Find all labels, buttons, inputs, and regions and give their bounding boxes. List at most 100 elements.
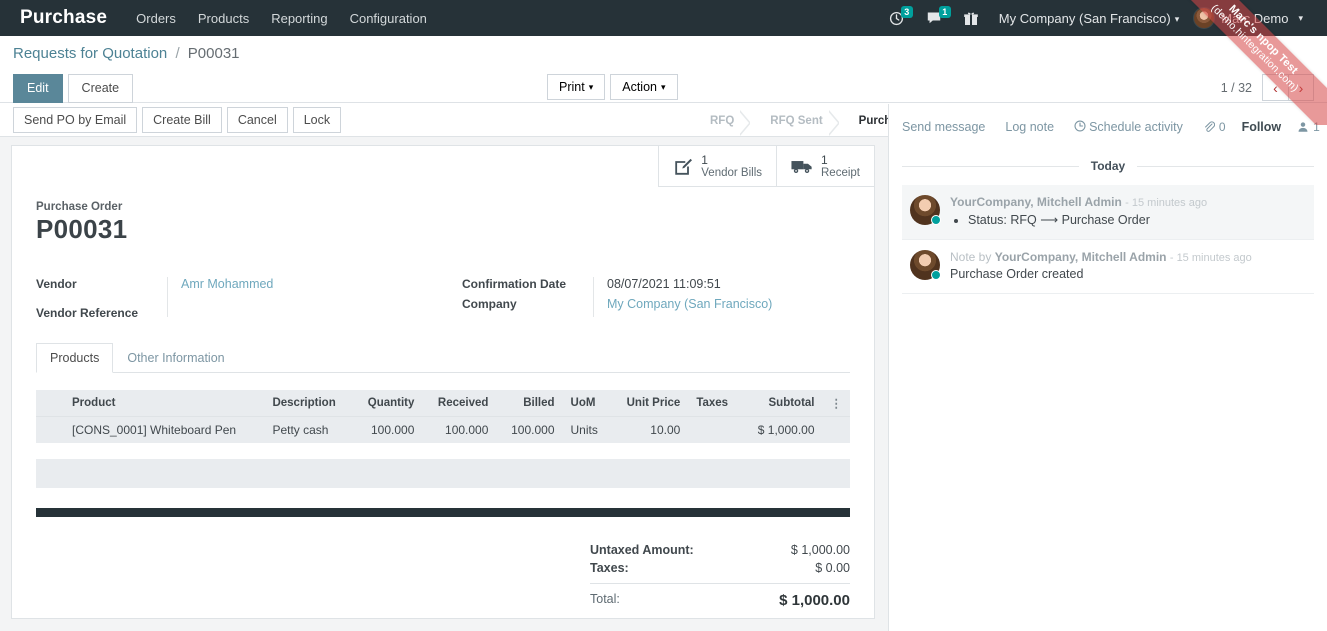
order-lines-head: Product Description Quantity Received Bi… bbox=[36, 390, 850, 417]
lines-spacer bbox=[36, 443, 850, 459]
schedule-activity-button[interactable]: Schedule activity bbox=[1074, 120, 1183, 134]
notebook-tabs: Products Other Information bbox=[36, 343, 850, 373]
followers-count-value: 1 bbox=[1313, 120, 1320, 134]
chatter-day-separator: Today bbox=[902, 158, 1314, 173]
activity-clock-icon[interactable]: 3 bbox=[878, 0, 915, 36]
smart-button-box: 1 Vendor Bills 1 Receipt bbox=[658, 146, 874, 187]
activity-badge: 3 bbox=[900, 6, 913, 18]
breadcrumb-root[interactable]: Requests for Quotation bbox=[13, 45, 167, 62]
attachment-count[interactable]: 0 bbox=[1203, 120, 1226, 134]
column-quantity[interactable]: Quantity bbox=[352, 390, 423, 417]
column-description[interactable]: Description bbox=[264, 390, 353, 417]
field-vendor-reference-label: Vendor Reference bbox=[36, 306, 139, 320]
print-action-group: Print ▾ Action ▾ bbox=[547, 74, 678, 100]
smart-button-receipt[interactable]: 1 Receipt bbox=[776, 146, 874, 187]
field-company-label: Company bbox=[462, 297, 517, 311]
optional-columns-icon[interactable]: ⋮ bbox=[822, 390, 850, 417]
field-column-right: Confirmation Date 08/07/2021 11:09:51 Co… bbox=[443, 277, 850, 317]
user-chevron-down-icon: ▾ bbox=[1298, 12, 1303, 23]
cancel-button[interactable]: Cancel bbox=[226, 107, 288, 133]
action-label: Action bbox=[622, 80, 657, 94]
field-company-value[interactable]: My Company (San Francisco) bbox=[607, 297, 772, 311]
row-drag-handle-icon[interactable] bbox=[36, 416, 64, 443]
smart-button-vendor-bills[interactable]: 1 Vendor Bills bbox=[658, 146, 776, 187]
totals-taxes-value: $ 0.00 bbox=[815, 561, 850, 575]
followers-count[interactable]: 1 bbox=[1297, 120, 1320, 134]
create-button[interactable]: Create bbox=[67, 74, 134, 103]
status-stage-rfq-sent[interactable]: RFQ Sent bbox=[750, 106, 840, 136]
log-note-button[interactable]: Log note bbox=[1005, 120, 1054, 134]
print-chevron-down-icon: ▾ bbox=[588, 82, 594, 93]
pager-next-icon[interactable]: › bbox=[1288, 74, 1314, 101]
gift-icon[interactable] bbox=[953, 0, 989, 36]
cell-uom[interactable]: Units bbox=[562, 416, 611, 443]
lock-button[interactable]: Lock bbox=[292, 107, 342, 133]
status-stage-rfq[interactable]: RFQ bbox=[690, 106, 752, 136]
cell-quantity[interactable]: 100.000 bbox=[352, 416, 423, 443]
field-confirmation-date-label: Confirmation Date bbox=[462, 277, 567, 291]
follow-button[interactable]: Follow bbox=[1242, 120, 1282, 134]
smart-button-receipt-count: 1 bbox=[821, 152, 828, 167]
table-row[interactable]: [CONS_0001] Whiteboard Pen Petty cash 10… bbox=[36, 416, 850, 443]
control-panel: Requests for Quotation / P00031 Edit Cre… bbox=[0, 36, 1327, 103]
column-product[interactable]: Product bbox=[64, 390, 265, 417]
send-message-button[interactable]: Send message bbox=[902, 120, 985, 134]
form-view-area: 1 Vendor Bills 1 Receipt Purchase Order … bbox=[0, 137, 888, 631]
column-uom[interactable]: UoM bbox=[562, 390, 611, 417]
breadcrumb-current: P00031 bbox=[187, 45, 240, 62]
cell-taxes[interactable] bbox=[688, 416, 742, 443]
chatter-message-body: YourCompany, Mitchell Admin - 15 minutes… bbox=[950, 195, 1306, 227]
cell-billed[interactable]: 100.000 bbox=[496, 416, 563, 443]
table-header-row: Product Description Quantity Received Bi… bbox=[36, 390, 850, 417]
cell-subtotal[interactable]: $ 1,000.00 bbox=[741, 416, 823, 443]
menu-item-orders[interactable]: Orders bbox=[125, 2, 187, 35]
column-received[interactable]: Received bbox=[422, 390, 497, 417]
send-po-by-email-button[interactable]: Send PO by Email bbox=[13, 107, 138, 133]
chatter-day-label: Today bbox=[1078, 159, 1138, 173]
record-actions: Edit Create bbox=[13, 74, 134, 103]
user-menu[interactable]: Marc Demo ▾ bbox=[1189, 7, 1309, 29]
cell-product[interactable]: [CONS_0001] Whiteboard Pen bbox=[64, 416, 265, 443]
chatter-message-time: - 15 minutes ago bbox=[1125, 197, 1208, 209]
column-taxes[interactable]: Taxes bbox=[688, 390, 742, 417]
edit-button[interactable]: Edit bbox=[13, 74, 63, 103]
column-billed[interactable]: Billed bbox=[496, 390, 563, 417]
column-unit-price[interactable]: Unit Price bbox=[610, 390, 689, 417]
add-line-band[interactable] bbox=[36, 459, 850, 488]
tab-other-information[interactable]: Other Information bbox=[113, 343, 238, 373]
main-menu: Orders Products Reporting Configuration bbox=[125, 2, 438, 35]
action-dropdown-button[interactable]: Action ▾ bbox=[610, 74, 678, 100]
print-dropdown-button[interactable]: Print ▾ bbox=[547, 74, 606, 100]
odoo-purchase-order-page: Purchase Orders Products Reporting Confi… bbox=[0, 0, 1327, 631]
field-vendor-value[interactable]: Amr Mohammed bbox=[181, 277, 273, 291]
pager-previous-icon[interactable]: ‹ bbox=[1262, 74, 1288, 101]
totals-total-row: Total: $ 1,000.00 bbox=[590, 583, 850, 611]
app-brand[interactable]: Purchase bbox=[10, 7, 125, 29]
field-confirmation-date-value: 08/07/2021 11:09:51 bbox=[593, 277, 850, 297]
notebook: Products Other Information Product Descr… bbox=[36, 343, 850, 611]
action-chevron-down-icon: ▾ bbox=[660, 82, 666, 93]
create-bill-button[interactable]: Create Bill bbox=[142, 107, 222, 133]
chatter-panel: Send message Log note Schedule activity … bbox=[888, 104, 1327, 631]
column-drag-handle bbox=[36, 390, 64, 417]
messaging-chat-icon[interactable]: 1 bbox=[915, 0, 953, 36]
menu-item-configuration[interactable]: Configuration bbox=[339, 2, 438, 35]
totals-taxes-row: Taxes: $ 0.00 bbox=[590, 559, 850, 577]
menu-item-products[interactable]: Products bbox=[187, 2, 260, 35]
menu-item-reporting[interactable]: Reporting bbox=[260, 2, 338, 35]
cell-received[interactable]: 100.000 bbox=[422, 416, 497, 443]
cell-unit-price[interactable]: 10.00 bbox=[610, 416, 689, 443]
totals-untaxed-row: Untaxed Amount: $ 1,000.00 bbox=[590, 541, 850, 559]
chevron-down-icon: ▾ bbox=[1174, 13, 1180, 24]
column-subtotal[interactable]: Subtotal bbox=[741, 390, 823, 417]
field-vendor-reference-value[interactable] bbox=[167, 297, 443, 317]
stage-arrow-inner-icon bbox=[738, 109, 750, 136]
chatter-message-author[interactable]: YourCompany, Mitchell Admin bbox=[995, 250, 1167, 264]
section-separator-bar bbox=[36, 508, 850, 517]
cell-description[interactable]: Petty cash bbox=[264, 416, 353, 443]
order-lines-table: Product Description Quantity Received Bi… bbox=[36, 390, 850, 443]
chatter-message-author[interactable]: YourCompany, Mitchell Admin bbox=[950, 195, 1122, 209]
tab-products[interactable]: Products bbox=[36, 343, 114, 373]
company-switcher[interactable]: My Company (San Francisco) ▾ bbox=[989, 11, 1189, 26]
avatar bbox=[910, 250, 941, 280]
